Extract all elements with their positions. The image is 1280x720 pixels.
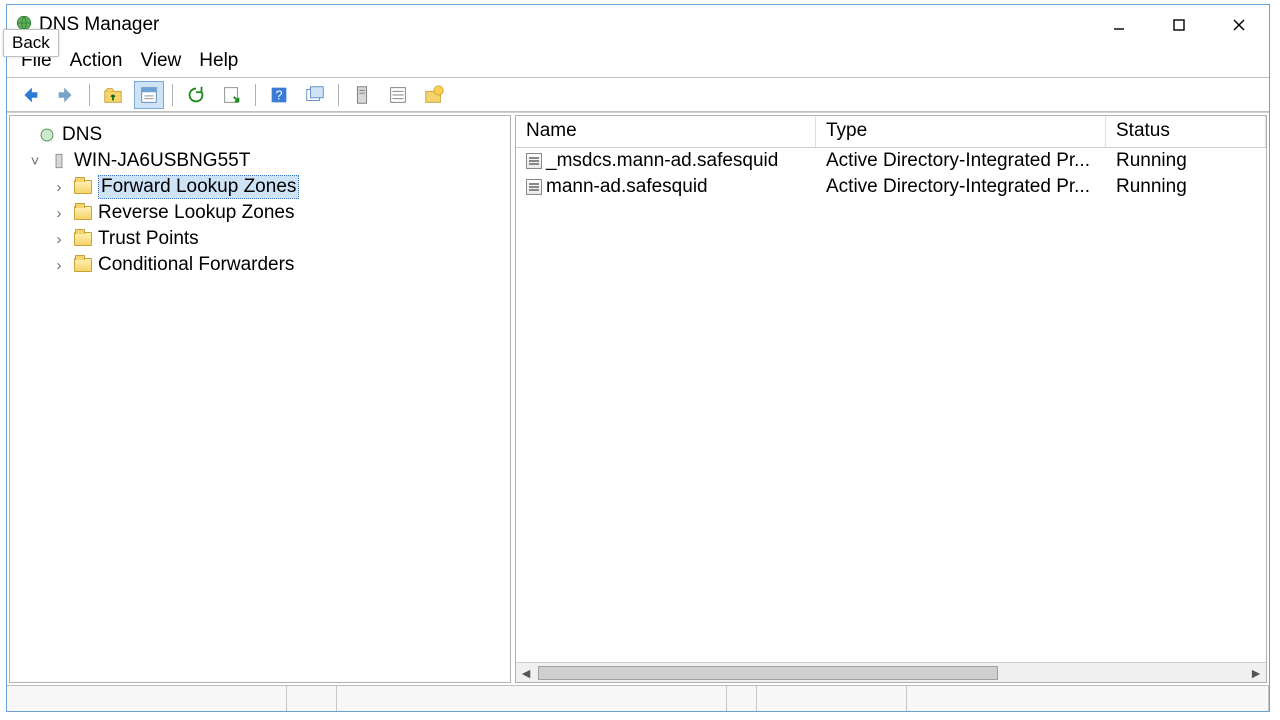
titlebar: DNS Manager xyxy=(7,5,1269,45)
tree-node-reverse-lookup-zones[interactable]: › Reverse Lookup Zones xyxy=(14,200,506,226)
tree-node-label: Forward Lookup Zones xyxy=(98,175,299,199)
toolbar-properties-icon[interactable] xyxy=(134,81,164,109)
minimize-button[interactable] xyxy=(1089,5,1149,45)
toolbar-forward-icon[interactable] xyxy=(51,81,81,109)
tree-root-label: DNS xyxy=(62,124,102,146)
chevron-right-icon[interactable]: › xyxy=(50,205,68,222)
menubar: File Action View Help xyxy=(7,45,1269,77)
close-button[interactable] xyxy=(1209,5,1269,45)
toolbar-new-window-icon[interactable] xyxy=(300,81,330,109)
content-area: DNS ˅ WIN-JA6USBNG55T › Forward Lookup Zo… xyxy=(7,112,1269,685)
chevron-down-icon[interactable]: ˅ xyxy=(26,153,44,170)
zone-icon xyxy=(526,153,542,169)
tree-node-label: Conditional Forwarders xyxy=(98,254,294,276)
list-header: Name Type Status xyxy=(516,116,1266,148)
tree-node-label: Trust Points xyxy=(98,228,199,250)
menu-action[interactable]: Action xyxy=(70,50,123,72)
scroll-right-icon[interactable]: ► xyxy=(1246,665,1266,681)
menu-help[interactable]: Help xyxy=(199,50,238,72)
tree-node-forward-lookup-zones[interactable]: › Forward Lookup Zones xyxy=(14,174,506,200)
toolbar-server-icon[interactable] xyxy=(347,81,377,109)
svg-text:?: ? xyxy=(275,87,282,102)
toolbar-refresh-icon[interactable] xyxy=(181,81,211,109)
tree-pane[interactable]: DNS ˅ WIN-JA6USBNG55T › Forward Lookup Zo… xyxy=(9,115,511,683)
toolbar-help-icon[interactable]: ? xyxy=(264,81,294,109)
list-row[interactable]: mann-ad.safesquid Active Directory-Integr… xyxy=(516,174,1266,200)
list-row[interactable]: _msdcs.mann-ad.safesquid Active Directory… xyxy=(516,148,1266,174)
statusbar xyxy=(7,685,1269,711)
list-pane: Name Type Status _msdcs.mann-ad.safesqui… xyxy=(515,115,1267,683)
scroll-left-icon[interactable]: ◄ xyxy=(516,665,536,681)
zone-status: Running xyxy=(1106,150,1266,172)
folder-icon xyxy=(74,204,92,222)
tree-server-label: WIN-JA6USBNG55T xyxy=(74,150,250,172)
folder-icon xyxy=(74,178,92,196)
zone-type: Active Directory-Integrated Pr... xyxy=(816,176,1106,198)
horizontal-scrollbar[interactable]: ◄ ► xyxy=(516,662,1266,682)
toolbar: ? xyxy=(7,78,1269,112)
back-button[interactable]: Back xyxy=(3,29,59,57)
chevron-right-icon[interactable]: › xyxy=(50,231,68,248)
tree-node-conditional-forwarders[interactable]: › Conditional Forwarders xyxy=(14,252,506,278)
menu-view[interactable]: View xyxy=(140,50,181,72)
toolbar-list-icon[interactable] xyxy=(383,81,413,109)
toolbar-back-icon[interactable] xyxy=(15,81,45,109)
maximize-button[interactable] xyxy=(1149,5,1209,45)
zone-status: Running xyxy=(1106,176,1266,198)
list-body[interactable]: _msdcs.mann-ad.safesquid Active Directory… xyxy=(516,148,1266,662)
server-icon xyxy=(50,152,68,170)
tree-root-dns[interactable]: DNS xyxy=(14,122,506,148)
zone-name: mann-ad.safesquid xyxy=(546,176,708,198)
tree-server[interactable]: ˅ WIN-JA6USBNG55T xyxy=(14,148,506,174)
zone-type: Active Directory-Integrated Pr... xyxy=(816,150,1106,172)
scroll-thumb[interactable] xyxy=(538,666,998,680)
column-header-status[interactable]: Status xyxy=(1106,116,1266,147)
dns-globe-icon xyxy=(38,126,56,144)
chevron-right-icon[interactable]: › xyxy=(50,179,68,196)
folder-icon xyxy=(74,230,92,248)
column-header-type[interactable]: Type xyxy=(816,116,1106,147)
tree-node-label: Reverse Lookup Zones xyxy=(98,202,294,224)
toolbar-export-icon[interactable] xyxy=(217,81,247,109)
folder-icon xyxy=(74,256,92,274)
tree-node-trust-points[interactable]: › Trust Points xyxy=(14,226,506,252)
dns-manager-window: Back DNS Manager File Action View Help xyxy=(6,4,1270,712)
zone-name: _msdcs.mann-ad.safesquid xyxy=(546,150,778,172)
zone-icon xyxy=(526,179,542,195)
toolbar-add-zone-icon[interactable] xyxy=(419,81,449,109)
column-header-name[interactable]: Name xyxy=(516,116,816,147)
toolbar-up-folder-icon[interactable] xyxy=(98,81,128,109)
chevron-right-icon[interactable]: › xyxy=(50,257,68,274)
